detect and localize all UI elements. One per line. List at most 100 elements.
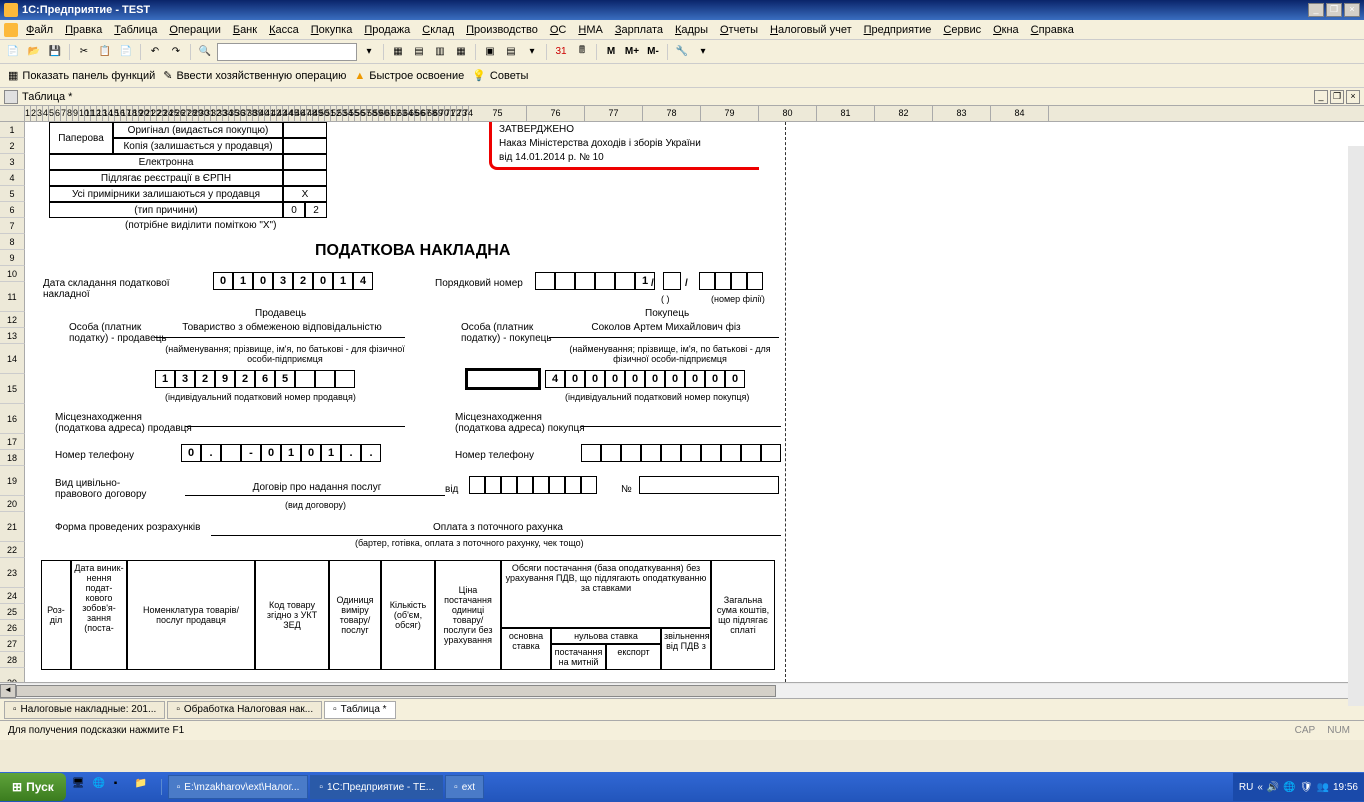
undo-button[interactable]: ↶ bbox=[146, 43, 164, 61]
row-header[interactable]: 11 bbox=[0, 282, 25, 312]
enter-op-button[interactable]: ✎Ввести хозяйственную операцию bbox=[163, 69, 346, 82]
menu-Отчеты[interactable]: Отчеты bbox=[714, 22, 764, 38]
menu-Правка[interactable]: Правка bbox=[59, 22, 108, 38]
dropdown-icon[interactable]: ▾ bbox=[694, 43, 712, 61]
active-cell[interactable] bbox=[465, 368, 541, 390]
menu-Кадры[interactable]: Кадры bbox=[669, 22, 714, 38]
row-header[interactable]: 10 bbox=[0, 266, 25, 282]
doc-restore-button[interactable]: ❐ bbox=[1330, 90, 1344, 104]
phone-buyer-cells[interactable] bbox=[581, 444, 781, 462]
reason-val-0[interactable]: 0 bbox=[283, 202, 305, 218]
contract-val[interactable]: Договір про надання послуг bbox=[185, 480, 445, 496]
redo-button[interactable]: ↷ bbox=[167, 43, 185, 61]
tool-button[interactable]: ▦ bbox=[389, 43, 407, 61]
branch-cell-1[interactable] bbox=[663, 272, 681, 290]
doc-tab[interactable]: ▫Налоговые накладные: 201... bbox=[4, 701, 165, 719]
calc-button[interactable]: 🖩 bbox=[573, 43, 591, 61]
m-minus-button[interactable]: M- bbox=[644, 43, 662, 61]
addr-seller-line[interactable] bbox=[185, 426, 405, 427]
buyer-tax-cells[interactable]: 4000000000 bbox=[545, 370, 745, 388]
seller-tax-cells[interactable]: 1329265 bbox=[155, 370, 355, 388]
col-header[interactable]: 76 bbox=[527, 106, 585, 121]
row-header[interactable]: 19 bbox=[0, 466, 25, 496]
menu-Склад[interactable]: Склад bbox=[416, 22, 460, 38]
menu-Сервис[interactable]: Сервис bbox=[937, 22, 987, 38]
menu-Предприятие[interactable]: Предприятие bbox=[858, 22, 938, 38]
tray-icon[interactable]: 🌐 bbox=[1283, 782, 1295, 793]
menu-ОС[interactable]: ОС bbox=[544, 22, 573, 38]
fast-start-button[interactable]: ▲Быстрое освоение bbox=[354, 70, 464, 82]
calendar-button[interactable]: 31 bbox=[552, 43, 570, 61]
open-button[interactable]: 📂 bbox=[25, 43, 43, 61]
copy-button[interactable]: 📋 bbox=[96, 43, 114, 61]
restore-button[interactable]: ❐ bbox=[1326, 3, 1342, 17]
tool-button[interactable]: ▤ bbox=[502, 43, 520, 61]
buyer-name[interactable]: Соколов Артем Михайлович фіз bbox=[549, 318, 779, 338]
row-header[interactable]: 28 bbox=[0, 652, 25, 668]
copies-mark[interactable]: X bbox=[283, 186, 327, 202]
vertical-scrollbar[interactable] bbox=[1348, 146, 1364, 706]
seller-name[interactable]: Товариство з обмеженою відповідальністю bbox=[155, 318, 405, 338]
menu-Производство[interactable]: Производство bbox=[460, 22, 544, 38]
menu-Операции[interactable]: Операции bbox=[163, 22, 226, 38]
row-header[interactable]: 5 bbox=[0, 186, 25, 202]
row-header[interactable]: 13 bbox=[0, 328, 25, 344]
menu-Покупка[interactable]: Покупка bbox=[305, 22, 359, 38]
row-header[interactable]: 16 bbox=[0, 404, 25, 434]
branch-cells[interactable] bbox=[699, 272, 763, 290]
menu-Налоговый учет[interactable]: Налоговый учет bbox=[764, 22, 858, 38]
row-header[interactable]: 2 bbox=[0, 138, 25, 154]
electronic-mark[interactable] bbox=[283, 154, 327, 170]
payment-val[interactable]: Оплата з поточного рахунка bbox=[211, 520, 781, 536]
tool-button[interactable]: ▥ bbox=[431, 43, 449, 61]
tray-expand-icon[interactable]: « bbox=[1257, 782, 1263, 793]
row-header[interactable]: 6 bbox=[0, 202, 25, 218]
row-header[interactable]: 18 bbox=[0, 450, 25, 466]
row-header[interactable]: 8 bbox=[0, 234, 25, 250]
contract-date-cells[interactable] bbox=[469, 476, 597, 494]
col-header[interactable]: 80 bbox=[759, 106, 817, 121]
lang-indicator[interactable]: RU bbox=[1239, 782, 1253, 793]
menu-НМА[interactable]: НМА bbox=[572, 22, 608, 38]
quicklaunch-desktop-icon[interactable]: 🖥 bbox=[72, 778, 90, 796]
row-header[interactable]: 3 bbox=[0, 154, 25, 170]
row-header[interactable]: 24 bbox=[0, 588, 25, 604]
reg-mark[interactable] bbox=[283, 170, 327, 186]
col-header[interactable]: 84 bbox=[991, 106, 1049, 121]
sheet-content[interactable]: Паперова Оригінал (видається покупцю) Ко… bbox=[25, 122, 1364, 682]
row-header[interactable]: 1 bbox=[0, 122, 25, 138]
addr-buyer-line[interactable] bbox=[581, 426, 781, 427]
menu-Касса[interactable]: Касса bbox=[263, 22, 305, 38]
comp-date-cells[interactable]: 01032014 bbox=[213, 272, 373, 290]
col-header[interactable]: 82 bbox=[875, 106, 933, 121]
horizontal-scrollbar[interactable]: ◄ ► bbox=[0, 682, 1364, 698]
quicklaunch-ie-icon[interactable]: 🌐 bbox=[93, 778, 111, 796]
copy-mark[interactable] bbox=[283, 138, 327, 154]
doc-tab[interactable]: ▫Таблица * bbox=[324, 701, 395, 719]
reason-val-2[interactable]: 2 bbox=[305, 202, 327, 218]
menu-Продажа[interactable]: Продажа bbox=[358, 22, 416, 38]
taskbar-task[interactable]: ▫1С:Предприятие - TE... bbox=[310, 775, 443, 799]
find-button[interactable]: 🔍 bbox=[196, 43, 214, 61]
taskbar-task[interactable]: ▫ext bbox=[445, 775, 484, 799]
menu-Окна[interactable]: Окна bbox=[987, 22, 1025, 38]
row-header[interactable]: 15 bbox=[0, 374, 25, 404]
col-header[interactable]: 75 bbox=[469, 106, 527, 121]
quicklaunch-explorer-icon[interactable]: 📁 bbox=[135, 778, 153, 796]
menu-Банк[interactable]: Банк bbox=[227, 22, 263, 38]
taskbar-task[interactable]: ▫E:\mzakharov\ext\Налог... bbox=[168, 775, 309, 799]
row-header[interactable]: 12 bbox=[0, 312, 25, 328]
close-button[interactable]: × bbox=[1344, 3, 1360, 17]
tool-button[interactable]: ▦ bbox=[452, 43, 470, 61]
row-header[interactable]: 14 bbox=[0, 344, 25, 374]
tray-icon[interactable]: 🔊 bbox=[1267, 782, 1279, 793]
col-header[interactable]: 78 bbox=[643, 106, 701, 121]
tips-button[interactable]: 💡Советы bbox=[472, 69, 528, 82]
menu-Справка[interactable]: Справка bbox=[1025, 22, 1080, 38]
find-combo[interactable] bbox=[217, 43, 357, 61]
show-panel-button[interactable]: ▦Показать панель функций bbox=[8, 69, 155, 82]
cut-button[interactable]: ✂ bbox=[75, 43, 93, 61]
new-button[interactable]: 📄 bbox=[4, 43, 22, 61]
row-header[interactable]: 9 bbox=[0, 250, 25, 266]
row-header[interactable]: 25 bbox=[0, 604, 25, 620]
